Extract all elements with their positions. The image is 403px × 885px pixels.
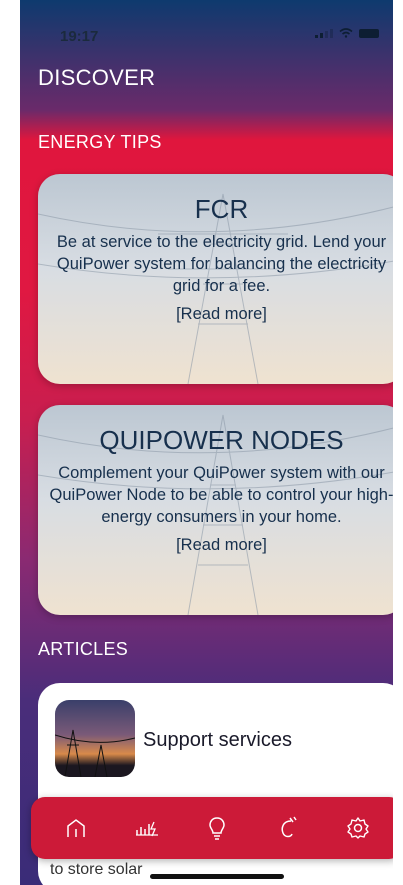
tab-devices[interactable] xyxy=(267,808,307,848)
discover-screen: 19:17 DISCOVER ENERGY TIPS FCR Be at ser… xyxy=(0,0,403,885)
status-bar: 19:17 xyxy=(20,0,393,64)
status-time: 19:17 xyxy=(60,28,99,45)
tip-content: QUIPOWER NODES Complement your QuiPower … xyxy=(38,405,403,555)
tip-content: FCR Be at service to the electricity gri… xyxy=(38,174,403,324)
section-title-articles: ARTICLES xyxy=(38,639,129,659)
article-thumbnail xyxy=(55,700,135,777)
tab-tips[interactable] xyxy=(197,808,237,848)
plug-icon xyxy=(281,816,297,838)
article-title: Support services xyxy=(143,729,292,751)
section-title-energy-tips: ENERGY TIPS xyxy=(38,132,162,152)
home-icon xyxy=(67,819,85,837)
sunset-pylons-image xyxy=(55,729,135,777)
settings-icon xyxy=(347,817,369,839)
status-icons xyxy=(315,28,379,38)
bottom-tab-bar xyxy=(31,797,403,859)
home-indicator xyxy=(150,874,284,879)
read-more-link[interactable]: [Read more] xyxy=(48,305,395,324)
tip-body: Be at service to the electricity grid. L… xyxy=(56,233,387,295)
signal-icon xyxy=(315,28,333,38)
tip-card-quipower-nodes[interactable]: QUIPOWER NODES Complement your QuiPower … xyxy=(38,405,403,615)
lightbulb-icon xyxy=(209,817,225,840)
tip-card-fcr[interactable]: FCR Be at service to the electricity gri… xyxy=(38,174,403,384)
page-title: DISCOVER xyxy=(38,65,156,90)
wifi-icon xyxy=(339,28,353,38)
tip-title: FCR xyxy=(194,194,249,224)
battery-icon xyxy=(359,28,379,38)
tip-body: Complement your QuiPower system with our… xyxy=(49,464,394,526)
tab-settings[interactable] xyxy=(338,808,378,848)
energy-stats-icon xyxy=(135,821,158,837)
tab-energy-stats[interactable] xyxy=(127,808,167,848)
tip-title: QUIPOWER NODES xyxy=(99,425,344,455)
tab-home[interactable] xyxy=(56,808,96,848)
read-more-link[interactable]: [Read more] xyxy=(48,536,395,555)
